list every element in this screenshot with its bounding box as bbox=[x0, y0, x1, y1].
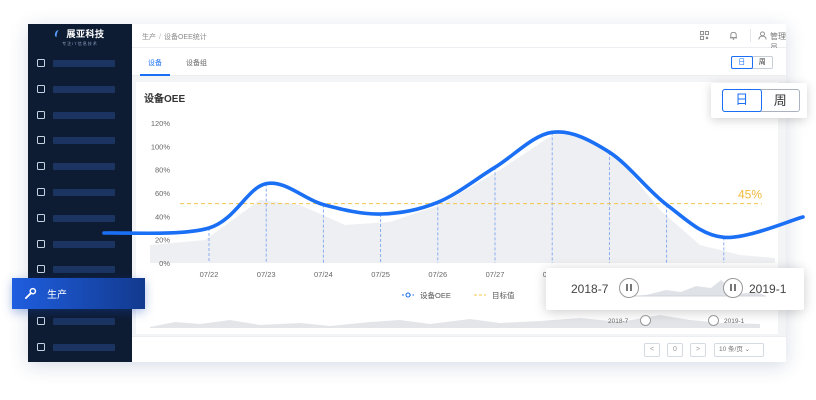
sidebar-item-label-placeholder bbox=[53, 266, 115, 274]
qr-code-icon[interactable] bbox=[700, 31, 709, 40]
shield-icon bbox=[37, 317, 45, 325]
document-icon bbox=[37, 84, 45, 93]
active-tab-indicator bbox=[140, 74, 170, 76]
sidebar-item[interactable] bbox=[28, 236, 132, 254]
sidebar-item[interactable] bbox=[28, 81, 132, 99]
sidebar-item-label-placeholder bbox=[53, 137, 115, 145]
sidebar-item[interactable] bbox=[28, 313, 132, 331]
brand-logo-icon bbox=[54, 30, 66, 37]
tab-device[interactable]: 设备 bbox=[148, 58, 162, 68]
sidebar-item[interactable] bbox=[28, 55, 132, 73]
sidebar-item[interactable] bbox=[28, 210, 132, 228]
app-window: 展亚科技 专注IT信息技术 生产/设备OEE统计 管理员 设备 设备组 bbox=[28, 24, 786, 362]
sidebar: 展亚科技 专注IT信息技术 bbox=[28, 24, 132, 362]
mini-range-start-handle[interactable] bbox=[640, 315, 651, 326]
range-start-handle[interactable] bbox=[619, 278, 639, 298]
building-icon bbox=[37, 188, 45, 196]
sidebar-item-label-placeholder bbox=[53, 163, 115, 171]
sidebar-item-label-placeholder bbox=[53, 343, 115, 351]
shop-icon bbox=[37, 162, 45, 171]
range-start-label: 2018-7 bbox=[571, 282, 609, 296]
prev-page-button[interactable]: < bbox=[644, 343, 660, 357]
sidebar-item[interactable] bbox=[28, 107, 132, 125]
brand: 展亚科技 专注IT信息技术 bbox=[28, 24, 132, 48]
page-size-select[interactable]: 10 条/页 ⌄ bbox=[714, 343, 764, 357]
sidebar-item[interactable] bbox=[28, 184, 132, 202]
sidebar-item[interactable] bbox=[28, 132, 132, 150]
bell-icon[interactable] bbox=[729, 31, 738, 40]
sidebar-item[interactable] bbox=[28, 261, 132, 279]
settings-icon bbox=[37, 342, 45, 351]
card-title: 设备OEE bbox=[144, 94, 186, 105]
money-icon bbox=[37, 213, 45, 222]
range-end-handle[interactable] bbox=[723, 278, 743, 298]
wrench-icon bbox=[24, 287, 37, 300]
sidebar-item[interactable] bbox=[28, 158, 132, 176]
sidebar-item-label-placeholder bbox=[53, 85, 115, 93]
user-icon[interactable] bbox=[758, 31, 767, 40]
tab-device-group[interactable]: 设备组 bbox=[186, 58, 207, 68]
period-toggle-zoom: 日 周 bbox=[711, 83, 807, 118]
breadcrumb: 生产 / 设备OEE统计 bbox=[142, 32, 207, 42]
page-size-value: 10 条/页 bbox=[719, 346, 743, 353]
period-day-button[interactable]: 日 bbox=[731, 56, 753, 69]
period-week-button[interactable]: 周 bbox=[753, 57, 773, 68]
checklist-icon bbox=[37, 136, 45, 145]
sidebar-item-label-placeholder bbox=[53, 189, 115, 196]
breadcrumb-parent[interactable]: 生产 bbox=[142, 34, 156, 41]
period-week-button-zoom[interactable]: 周 bbox=[762, 90, 800, 111]
mini-range-end-handle[interactable] bbox=[708, 315, 719, 326]
tab-bar: 设备 设备组 日 周 bbox=[132, 48, 786, 76]
folder-icon bbox=[37, 265, 45, 274]
page-number[interactable]: 0 bbox=[667, 343, 683, 357]
sidebar-item-production[interactable]: 生产 bbox=[12, 278, 145, 309]
topbar: 生产/设备OEE统计 管理员 bbox=[132, 24, 786, 52]
sidebar-item-label: 生产 bbox=[47, 290, 67, 301]
divider bbox=[750, 29, 751, 42]
brand-tagline: 专注IT信息技术 bbox=[62, 41, 98, 46]
range-end-label: 2019-1 bbox=[749, 282, 787, 296]
breadcrumb-separator: / bbox=[159, 34, 161, 41]
home-icon bbox=[37, 59, 45, 67]
next-page-button[interactable]: > bbox=[690, 343, 706, 357]
mini-range-end-label: 2019-1 bbox=[724, 318, 745, 325]
breadcrumb-current: 设备OEE统计 bbox=[163, 34, 207, 41]
brand-name: 展亚科技 bbox=[66, 29, 105, 39]
pagination: < 0 > 10 条/页 ⌄ bbox=[132, 336, 786, 362]
period-toggle-small: 日 周 bbox=[731, 56, 773, 69]
inbox-icon bbox=[37, 110, 45, 119]
sidebar-item-label-placeholder bbox=[53, 214, 115, 222]
hierarchy-icon bbox=[37, 239, 45, 248]
sidebar-item[interactable] bbox=[28, 339, 132, 357]
sidebar-item-label-placeholder bbox=[53, 318, 115, 325]
chevron-down-icon: ⌄ bbox=[744, 346, 751, 353]
sidebar-item-label-placeholder bbox=[53, 60, 115, 67]
mini-range-start-label: 2018-7 bbox=[608, 318, 629, 325]
sidebar-item-label-placeholder bbox=[53, 111, 115, 119]
range-slider-zoom: 2018-7 2019-1 bbox=[546, 268, 804, 310]
sidebar-item-label-placeholder bbox=[53, 240, 115, 248]
period-day-button-zoom[interactable]: 日 bbox=[722, 89, 762, 112]
